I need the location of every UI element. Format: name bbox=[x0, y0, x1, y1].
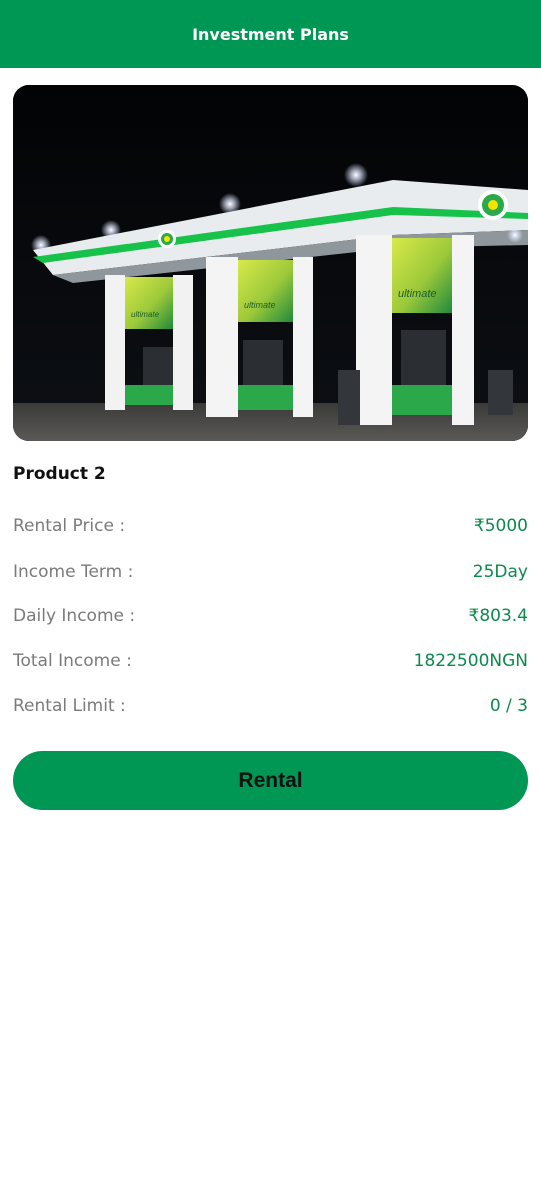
svg-text:ultimate: ultimate bbox=[398, 288, 437, 300]
svg-text:ultimate: ultimate bbox=[244, 300, 276, 310]
detail-value: ₹5000 bbox=[473, 516, 528, 536]
detail-label: Rental Limit : bbox=[13, 696, 126, 716]
detail-value: 1822500NGN bbox=[413, 651, 528, 671]
detail-label: Daily Income : bbox=[13, 606, 136, 626]
detail-value: ₹803.4 bbox=[468, 606, 528, 626]
detail-label: Rental Price : bbox=[13, 516, 126, 536]
product-name: Product 2 bbox=[13, 464, 106, 484]
rental-button[interactable]: Rental bbox=[13, 751, 528, 810]
page-title: Investment Plans bbox=[192, 24, 349, 44]
product-image: ultimate ultimate ultimate bbox=[13, 85, 528, 441]
detail-row-income-term: Income Term : 25Day bbox=[13, 557, 528, 587]
detail-row-daily-income: Daily Income : ₹803.4 bbox=[13, 601, 528, 631]
detail-value: 25Day bbox=[472, 562, 528, 582]
detail-row-rental-limit: Rental Limit : 0 / 3 bbox=[13, 691, 528, 721]
detail-label: Income Term : bbox=[13, 562, 134, 582]
svg-text:ultimate: ultimate bbox=[131, 310, 160, 319]
top-header: Investment Plans bbox=[0, 0, 541, 68]
detail-row-rental-price: Rental Price : ₹5000 bbox=[13, 511, 528, 541]
detail-label: Total Income : bbox=[13, 651, 132, 671]
detail-row-total-income: Total Income : 1822500NGN bbox=[13, 646, 528, 676]
detail-value: 0 / 3 bbox=[489, 696, 528, 716]
